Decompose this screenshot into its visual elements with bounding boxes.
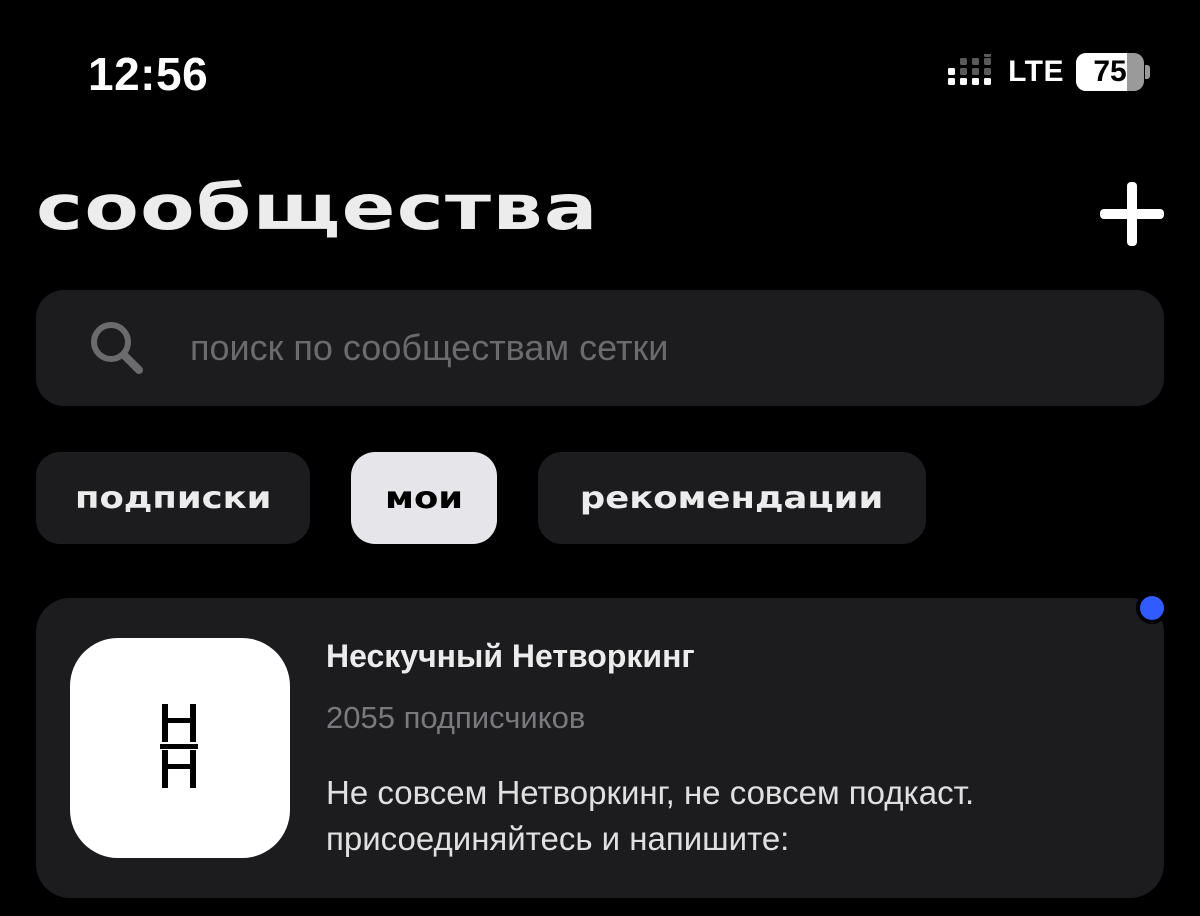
search-icon: [86, 317, 148, 379]
tab-mine[interactable]: мои: [351, 452, 497, 544]
tab-subscriptions[interactable]: подписки: [36, 452, 310, 544]
battery-tip: [1145, 65, 1150, 79]
subscriber-count: 2055 подписчиков: [326, 700, 586, 735]
tab-label: мои: [384, 480, 464, 516]
filter-tabs: подписки мои рекомендации: [36, 452, 926, 544]
cellular-signal-icon: [948, 54, 996, 90]
battery-level: 75: [1093, 55, 1127, 88]
community-description: Не совсем Нетворкинг, не совсем подкаст.…: [326, 774, 975, 857]
network-type: LTE: [1008, 55, 1064, 88]
unread-indicator: [1136, 592, 1168, 624]
status-time: 12:56: [88, 48, 209, 100]
tab-label: подписки: [74, 480, 272, 516]
community-avatar: [70, 638, 290, 858]
battery-body: 75: [1076, 53, 1144, 91]
community-card[interactable]: Нескучный Нетворкинг 2055 подписчиков Не…: [36, 598, 1164, 898]
tab-label: рекомендации: [580, 480, 884, 516]
page-title: сообщества: [36, 171, 599, 244]
community-name: Нескучный Нетворкинг: [326, 638, 695, 674]
add-community-button[interactable]: [1100, 182, 1164, 246]
tab-recommendations[interactable]: рекомендации: [538, 452, 926, 544]
search-bar[interactable]: [36, 290, 1164, 406]
battery-icon: 75: [1076, 52, 1150, 92]
search-input[interactable]: [188, 326, 1092, 370]
nn-logo-icon: [160, 703, 200, 793]
status-indicators: LTE 75: [948, 50, 1150, 94]
